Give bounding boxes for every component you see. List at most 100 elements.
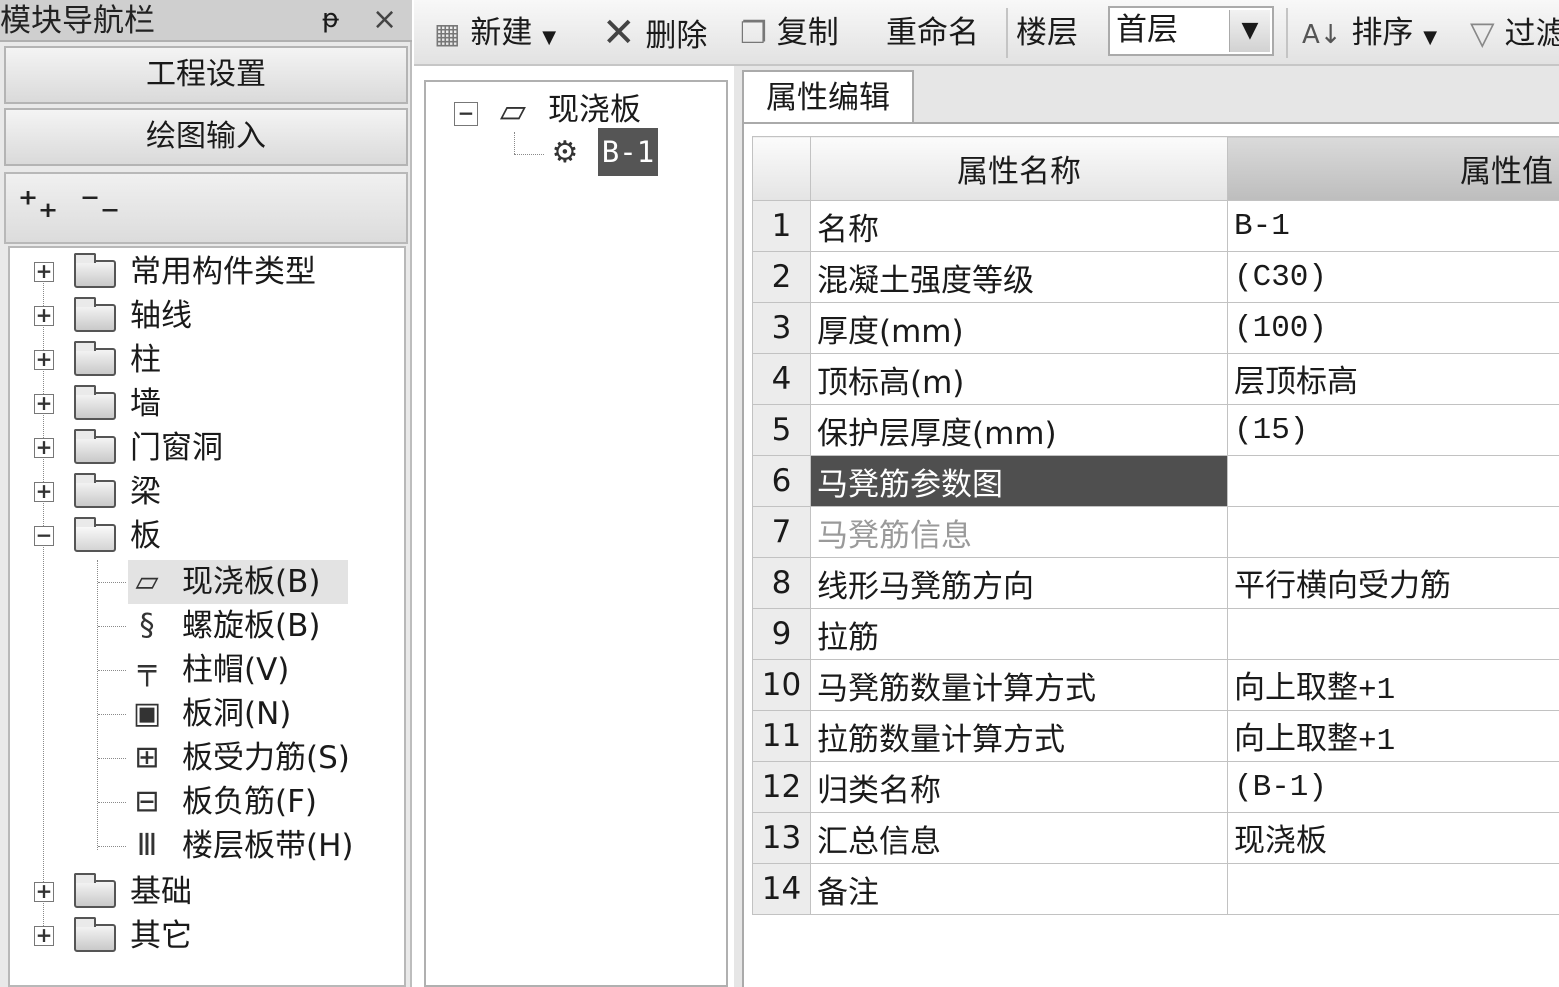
tree-guide-line [98, 670, 126, 671]
tree-item-label: 轴线 [130, 298, 192, 334]
component-root-label[interactable]: 现浇板 [548, 88, 641, 132]
rename-button[interactable]: 重命名 [886, 8, 979, 58]
property-name-cell[interactable]: 厚度(mm) [810, 302, 1228, 354]
tree-guide-line [98, 846, 126, 847]
property-name-cell[interactable]: 拉筋数量计算方式 [810, 710, 1228, 762]
floor-select[interactable]: 首层 ▼ [1108, 6, 1274, 56]
tree-item-beam[interactable]: + 梁 [10, 470, 400, 514]
property-value-cell[interactable] [1227, 608, 1559, 660]
property-name-cell[interactable]: 顶标高(m) [810, 353, 1228, 405]
expand-icon[interactable]: + [34, 481, 54, 502]
property-value-cell[interactable]: 向上取整+1 [1227, 710, 1559, 762]
tree-item-axis[interactable]: + 轴线 [10, 294, 400, 338]
table-row[interactable]: 12 归类名称 (B-1) [752, 761, 1559, 813]
property-name-cell[interactable]: 名称 [810, 200, 1228, 252]
collapse-all-icon[interactable]: ⁻₋ [80, 182, 120, 226]
pin-icon[interactable]: ᵽ [322, 4, 339, 34]
column-header-property-value[interactable]: 属性值 [1227, 136, 1559, 201]
table-row[interactable]: 5 保护层厚度(mm) (15) [752, 404, 1559, 456]
tree-item-wall[interactable]: + 墙 [10, 382, 400, 426]
delete-label: 删除 [645, 18, 708, 54]
filter-button[interactable]: ▽ 过滤 [1470, 8, 1559, 58]
new-button[interactable]: ▦ 新建 ▼ [434, 8, 556, 58]
expand-icon[interactable]: + [34, 349, 54, 370]
property-name-cell[interactable]: 归类名称 [810, 761, 1228, 813]
tree-item-openings[interactable]: + 门窗洞 [10, 426, 400, 470]
property-value-cell[interactable] [1227, 506, 1559, 558]
property-value-cell[interactable]: 向上取整+1 [1227, 659, 1559, 711]
property-name-cell[interactable]: 拉筋 [810, 608, 1228, 660]
copy-button[interactable]: ❐ 复制 [740, 8, 839, 58]
tree-item-spiral-slab[interactable]: § 螺旋板(B) [128, 604, 388, 648]
table-row[interactable]: 3 厚度(mm) (100) [752, 302, 1559, 354]
tree-item-negative-rebar[interactable]: ⊟ 板负筋(F) [128, 780, 398, 824]
tree-item-cast-slab[interactable]: ▱ 现浇板(B) [128, 560, 348, 604]
tree-item-floor-strip[interactable]: Ⅲ 楼层板带(H) [128, 824, 398, 868]
table-row[interactable]: 11 拉筋数量计算方式 向上取整+1 [752, 710, 1559, 762]
column-header-property-name[interactable]: 属性名称 [810, 136, 1228, 201]
expand-icon[interactable]: + [34, 393, 54, 414]
table-row[interactable]: 2 混凝土强度等级 (C30) [752, 251, 1559, 303]
property-value-cell[interactable]: (15) [1227, 404, 1559, 456]
tree-item-slab-hole[interactable]: ▣ 板洞(N) [128, 692, 388, 736]
tree-item-column-cap[interactable]: ╤ 柱帽(V) [128, 648, 388, 692]
property-value-cell[interactable]: (B-1) [1227, 761, 1559, 813]
component-item-b1[interactable]: B-1 [598, 128, 658, 176]
property-name-cell[interactable]: 混凝土强度等级 [810, 251, 1228, 303]
table-row[interactable]: 13 汇总信息 现浇板 [752, 812, 1559, 864]
table-row[interactable]: 1 名称 B-1 [752, 200, 1559, 252]
table-row[interactable]: 4 顶标高(m) 层顶标高 [752, 353, 1559, 405]
tree-item-slab-rebar[interactable]: ⊞ 板受力筋(S) [128, 736, 398, 780]
property-name-cell[interactable]: 保护层厚度(mm) [810, 404, 1228, 456]
table-row[interactable]: 6 马凳筋参数图 [752, 455, 1559, 507]
expand-icon[interactable]: + [34, 437, 54, 458]
gear-icon: ⚙ [551, 135, 579, 170]
toolbar-separator [1006, 8, 1008, 58]
collapse-icon[interactable]: − [454, 102, 478, 126]
table-row[interactable]: 7 马凳筋信息 [752, 506, 1559, 558]
slab-icon: ▱ [135, 564, 159, 599]
drawing-input-button[interactable]: 绘图输入 [4, 108, 408, 166]
property-value-cell[interactable] [1227, 863, 1559, 915]
delete-button[interactable]: ✕ 删除 [602, 8, 707, 58]
expand-icon[interactable]: + [34, 305, 54, 326]
property-value-cell[interactable]: B-1 [1227, 200, 1559, 252]
property-name-cell[interactable]: 线形马凳筋方向 [810, 557, 1228, 609]
table-row[interactable]: 14 备注 [752, 863, 1559, 915]
property-value-cell[interactable]: 层顶标高 [1227, 353, 1559, 405]
sort-az-icon: A↓ [1302, 20, 1342, 50]
property-value-cell[interactable]: 平行横向受力筋 [1227, 557, 1559, 609]
property-name-cell[interactable]: 马凳筋信息 [810, 506, 1228, 558]
folder-icon [74, 297, 116, 332]
property-name-cell[interactable]: 备注 [810, 863, 1228, 915]
expand-icon[interactable]: + [34, 261, 54, 282]
property-value-cell[interactable] [1227, 455, 1559, 507]
sort-button[interactable]: A↓ 排序 ▼ [1302, 8, 1437, 58]
table-row[interactable]: 9 拉筋 [752, 608, 1559, 660]
property-name-cell[interactable]: 汇总信息 [810, 812, 1228, 864]
property-value-cell[interactable]: 现浇板 [1227, 812, 1559, 864]
tree-item-foundation[interactable]: + 基础 [10, 870, 400, 914]
property-value-cell[interactable]: (C30) [1227, 251, 1559, 303]
collapse-icon[interactable]: − [34, 525, 54, 546]
row-number: 6 [752, 455, 811, 507]
tree-item-others[interactable]: + 其它 [10, 914, 400, 958]
tree-item-column[interactable]: + 柱 [10, 338, 400, 382]
expand-icon[interactable]: + [34, 925, 54, 946]
table-row[interactable]: 10 马凳筋数量计算方式 向上取整+1 [752, 659, 1559, 711]
property-value-cell[interactable]: (100) [1227, 302, 1559, 354]
close-icon[interactable]: × [372, 2, 397, 37]
tree-item-label: 常用构件类型 [130, 254, 316, 290]
expand-all-icon[interactable]: ⁺₊ [18, 182, 58, 226]
chevron-down-icon[interactable]: ▼ [1229, 10, 1270, 52]
tree-item-common-types[interactable]: + 常用构件类型 [10, 250, 400, 294]
tab-property-edit[interactable]: 属性编辑 [742, 70, 914, 124]
property-name-cell[interactable]: 马凳筋参数图 [810, 455, 1228, 507]
project-settings-button[interactable]: 工程设置 [4, 46, 408, 104]
tree-item-label: 板洞(N) [182, 696, 292, 732]
table-row[interactable]: 8 线形马凳筋方向 平行横向受力筋 [752, 557, 1559, 609]
tree-guide-line [98, 626, 126, 627]
expand-icon[interactable]: + [34, 881, 54, 902]
tree-item-slab[interactable]: − 板 [10, 514, 400, 558]
property-name-cell[interactable]: 马凳筋数量计算方式 [810, 659, 1228, 711]
